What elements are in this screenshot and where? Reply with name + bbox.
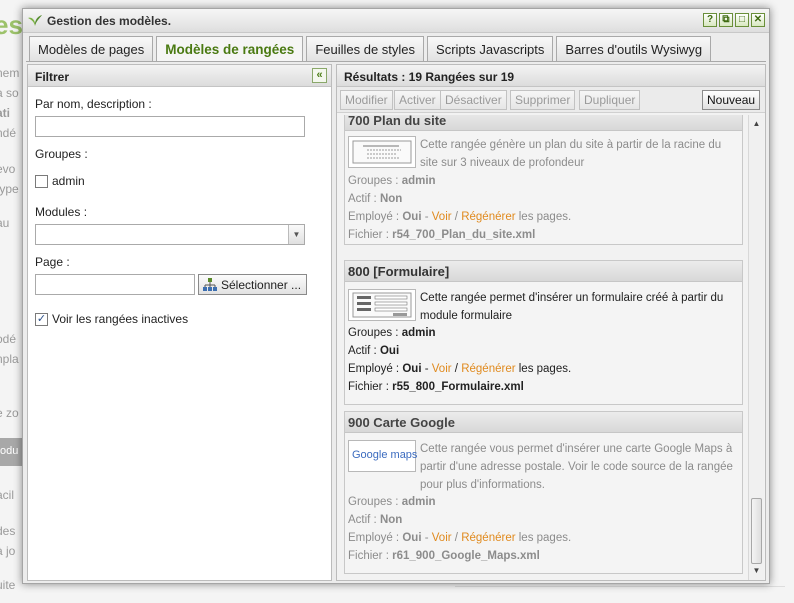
scroll-up-icon[interactable]: ▲ xyxy=(749,117,764,131)
regenerate-link[interactable]: Régénérer xyxy=(461,211,515,223)
restore-icon[interactable]: ⧉ xyxy=(719,13,733,27)
select-page-button[interactable]: Sélectionner ... xyxy=(198,274,308,295)
row-description: Cette rangée permet d'insérer un formula… xyxy=(420,292,724,322)
show-inactive-label: Voir les rangées inactives xyxy=(52,312,189,326)
scrollbar-thumb[interactable] xyxy=(751,498,762,564)
row-used: Employé : Oui - Voir / Régénérer les pag… xyxy=(348,211,572,223)
row-file: Fichier : r55_800_Formulaire.xml xyxy=(348,381,524,393)
name-filter-label: Par nom, description : xyxy=(35,97,152,111)
background-bar: odu xyxy=(0,438,22,466)
groups-label: Groupes : xyxy=(35,147,88,161)
tab-wysiwyg-toolbars[interactable]: Barres d'outils Wysiwyg xyxy=(556,36,712,61)
deactivate-button[interactable]: Désactiver xyxy=(440,90,507,110)
background-footer xyxy=(455,586,785,603)
background-text: au xyxy=(0,216,10,230)
results-list: 700 Plan du site Cette rangée génère un … xyxy=(337,115,749,580)
background-text: evo xyxy=(0,162,16,176)
background-text: a so xyxy=(0,86,19,100)
tab-row-templates[interactable]: Modèles de rangées xyxy=(156,36,304,62)
row-groups: Groupes : admin xyxy=(348,327,436,339)
results-toolbar: Modifier Activer Désactiver Supprimer Du… xyxy=(337,87,765,113)
background-title: es xyxy=(0,10,23,40)
row-file: Fichier : r61_900_Google_Maps.xml xyxy=(348,550,540,562)
list-item[interactable]: 900 Carte Google Google maps Cette rangé… xyxy=(344,411,743,574)
templates-dialog: Gestion des modèles. ? ⧉ □ ✕ Modèles de … xyxy=(22,8,770,584)
row-file: Fichier : r54_700_Plan_du_site.xml xyxy=(348,229,536,241)
close-icon[interactable]: ✕ xyxy=(751,13,765,27)
tab-stylesheets[interactable]: Feuilles de styles xyxy=(306,36,425,61)
tab-divider xyxy=(26,61,766,62)
show-inactive-checkbox[interactable]: ✓ xyxy=(35,313,48,326)
background-text: e zo xyxy=(0,406,19,420)
results-scrollbar[interactable]: ▲ ▼ xyxy=(748,115,764,580)
row-groups: Groupes : admin xyxy=(348,496,436,508)
maximize-icon[interactable]: □ xyxy=(735,13,749,27)
row-description: Cette rangée génère un plan du site à pa… xyxy=(420,139,722,169)
view-link[interactable]: Voir xyxy=(432,211,452,223)
group-admin-checkbox[interactable] xyxy=(35,175,48,188)
view-link[interactable]: Voir xyxy=(432,532,452,544)
delete-button[interactable]: Supprimer xyxy=(510,90,576,110)
background-text: type xyxy=(0,182,19,196)
modify-button[interactable]: Modifier xyxy=(340,90,393,110)
activate-button[interactable]: Activer xyxy=(394,90,441,110)
new-button[interactable]: Nouveau xyxy=(702,90,761,110)
row-title: 700 Plan du site xyxy=(345,115,742,131)
group-admin-label: admin xyxy=(52,174,85,188)
leaf-logo-icon xyxy=(28,15,42,26)
sitemap-thumbnail-icon xyxy=(348,136,416,168)
row-active: Actif : Non xyxy=(348,514,403,526)
page-input[interactable] xyxy=(35,274,195,295)
window-controls: ? ⧉ □ ✕ xyxy=(703,13,765,27)
page-label: Page : xyxy=(35,255,70,269)
dialog-titlebar[interactable]: Gestion des modèles. ? ⧉ □ ✕ xyxy=(23,9,769,33)
name-filter-input[interactable] xyxy=(35,116,305,137)
background-text: acil xyxy=(0,488,15,502)
background-text: ati xyxy=(0,106,11,120)
tab-javascript[interactable]: Scripts Javascripts xyxy=(427,36,554,61)
modules-select[interactable]: ▼ xyxy=(35,224,305,245)
row-used: Employé : Oui - Voir / Régénérer les pag… xyxy=(348,363,572,375)
dialog-title: Gestion des modèles. xyxy=(47,14,172,28)
tab-bar: Modèles de pages Modèles de rangées Feui… xyxy=(29,36,712,62)
row-title: 900 Carte Google xyxy=(345,412,742,433)
background-text: nem xyxy=(0,66,20,80)
view-link[interactable]: Voir xyxy=(432,363,452,375)
regenerate-link[interactable]: Régénérer xyxy=(461,532,515,544)
scroll-down-icon[interactable]: ▼ xyxy=(749,564,764,578)
row-active: Actif : Oui xyxy=(348,345,400,357)
sitemap-icon xyxy=(203,278,217,291)
background-text: ndé xyxy=(0,126,17,140)
modules-label: Modules : xyxy=(35,205,88,219)
background-text: odé xyxy=(0,332,17,346)
results-count: Résultats : 19 Rangées sur 19 xyxy=(344,70,515,84)
background-text: uite xyxy=(0,578,16,592)
help-icon[interactable]: ? xyxy=(703,13,717,27)
filter-panel: Filtrer « Par nom, description : Groupes… xyxy=(27,64,332,581)
results-panel: Résultats : 19 Rangées sur 19 Modifier A… xyxy=(336,64,766,581)
form-thumbnail-icon xyxy=(348,289,416,321)
filter-header: Filtrer « xyxy=(28,65,331,87)
background-text: à jo xyxy=(0,544,16,558)
chevron-down-icon[interactable]: ▼ xyxy=(288,225,304,244)
tab-page-templates[interactable]: Modèles de pages xyxy=(29,36,154,61)
row-active: Actif : Non xyxy=(348,193,403,205)
regenerate-link[interactable]: Régénérer xyxy=(461,363,515,375)
select-page-label: Sélectionner ... xyxy=(221,278,302,292)
results-header: Résultats : 19 Rangées sur 19 xyxy=(337,65,765,87)
collapse-icon[interactable]: « xyxy=(312,68,327,83)
background-text: npla xyxy=(0,352,19,366)
filter-title: Filtrer xyxy=(35,70,70,84)
row-description: Cette rangée vous permet d'insérer une c… xyxy=(420,443,733,491)
duplicate-button[interactable]: Dupliquer xyxy=(579,90,641,110)
google-maps-thumbnail-icon: Google maps xyxy=(348,440,417,472)
row-used: Employé : Oui - Voir / Régénérer les pag… xyxy=(348,532,572,544)
background-text: des xyxy=(0,524,16,538)
row-title: 800 [Formulaire] xyxy=(345,261,742,282)
row-groups: Groupes : admin xyxy=(348,175,436,187)
list-item[interactable]: 700 Plan du site Cette rangée génère un … xyxy=(344,115,743,245)
list-item[interactable]: 800 [Formulaire] Cette rangée permet d'i… xyxy=(344,260,743,405)
